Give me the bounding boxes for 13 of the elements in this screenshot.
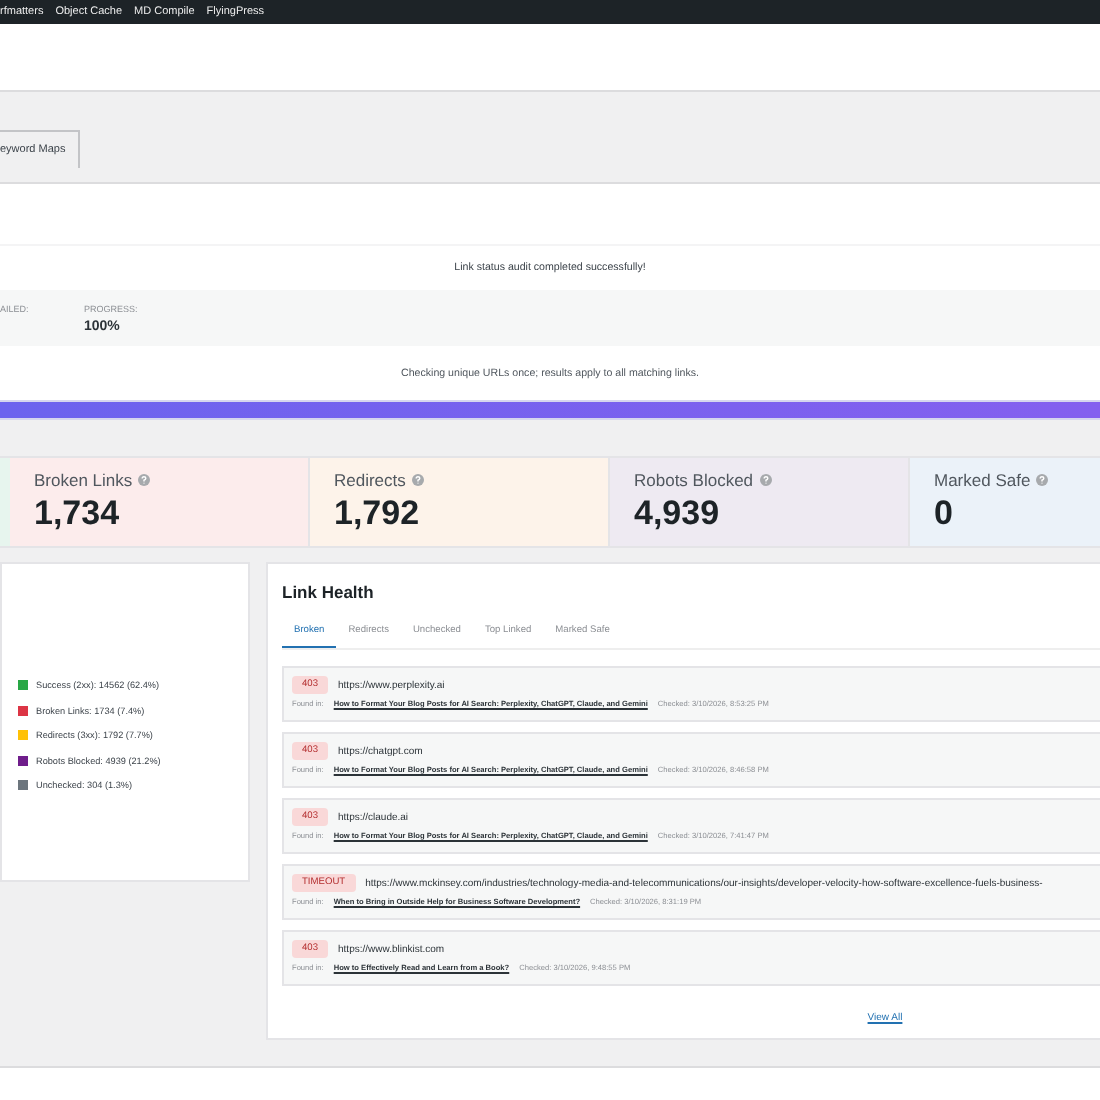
card-label: Broken Links — [34, 470, 133, 490]
help-icon — [759, 474, 772, 486]
card-value: 0 — [934, 494, 955, 534]
help-icon — [138, 474, 151, 486]
help-icon — [411, 474, 424, 486]
card-label: Marked Safe — [934, 470, 1031, 490]
card-title: Link Health — [282, 582, 376, 602]
card-value: 1,792 — [334, 494, 422, 534]
card-value: 1,734 — [34, 494, 122, 534]
card-label: Robots Blocked — [634, 470, 754, 490]
card-value: 4,939 — [634, 494, 722, 534]
help-icon — [1036, 474, 1049, 486]
card-label: Redirects — [334, 470, 406, 490]
